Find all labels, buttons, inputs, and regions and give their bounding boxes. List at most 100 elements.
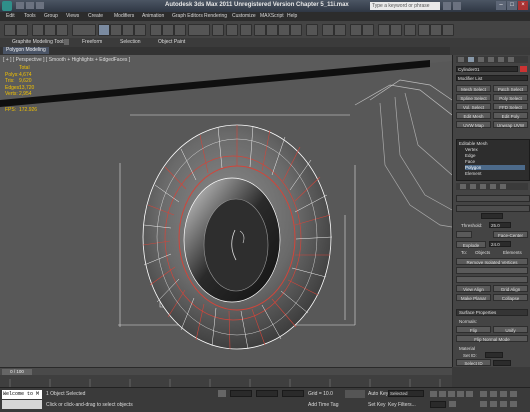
selection-filter-dropdown[interactable]	[72, 24, 96, 36]
threshold-input[interactable]: 25.0	[489, 222, 511, 228]
viewport-label[interactable]: [ + ] [ Perspective ] [ Smooth + Highlig…	[3, 57, 130, 63]
snaps-toggle-icon[interactable]	[254, 24, 266, 36]
redo-icon[interactable]	[16, 24, 28, 36]
zoom-icon[interactable]	[480, 391, 487, 397]
undo-icon[interactable]	[36, 2, 44, 9]
select-and-rotate-icon[interactable]	[162, 24, 174, 36]
explode-button[interactable]: Explode	[456, 241, 486, 248]
zoom-extents-all-icon[interactable]	[510, 391, 517, 397]
graphite-toggle-icon[interactable]	[362, 24, 374, 36]
rollout-bar[interactable]	[456, 205, 530, 212]
tab-object-paint[interactable]: Object Paint	[158, 39, 185, 45]
select-object-icon[interactable]	[98, 24, 110, 36]
explode-angle-input[interactable]: 24.0	[489, 241, 511, 247]
make-unique-icon[interactable]	[480, 184, 486, 189]
face-center-button[interactable]: Face-Center	[493, 231, 528, 238]
align-icon[interactable]	[334, 24, 346, 36]
rollout-bar[interactable]	[456, 195, 530, 202]
stack-item-face[interactable]: Face	[465, 159, 475, 164]
x-coordinate-field[interactable]	[230, 390, 252, 397]
flip-button[interactable]: Flip	[456, 326, 491, 333]
reference-coordinate-dropdown[interactable]	[188, 24, 210, 36]
set-key-label[interactable]: Set Key	[368, 402, 386, 408]
render-production-icon[interactable]	[442, 24, 454, 36]
percent-snap-icon[interactable]	[278, 24, 290, 36]
show-end-result-icon[interactable]	[470, 184, 476, 189]
pivot-center-icon[interactable]	[212, 24, 224, 36]
select-and-manipulate-icon[interactable]	[226, 24, 238, 36]
select-and-scale-icon[interactable]	[174, 24, 186, 36]
remove-modifier-icon[interactable]	[490, 184, 496, 189]
utilities-tab-icon[interactable]	[508, 57, 514, 62]
menu-customize[interactable]: Customize	[232, 13, 256, 19]
planar-threshold-button[interactable]	[456, 231, 472, 238]
minimize-button[interactable]: –	[496, 1, 506, 10]
go-to-start-icon[interactable]	[430, 391, 437, 397]
stack-item-edge[interactable]: Edge	[465, 153, 476, 158]
angle-snap-icon[interactable]	[266, 24, 278, 36]
key-selection-dropdown[interactable]: Selected	[388, 390, 424, 397]
orbit-icon[interactable]	[500, 401, 507, 407]
material-editor-icon[interactable]	[404, 24, 416, 36]
search-icon[interactable]	[443, 2, 451, 10]
object-color-swatch[interactable]	[520, 66, 527, 72]
stack-item-editable-mesh[interactable]: Editable Mesh	[459, 141, 488, 146]
select-link-icon[interactable]	[32, 24, 44, 36]
select-id-input[interactable]	[493, 360, 511, 366]
elements-radio[interactable]: Elements	[503, 250, 522, 255]
tab-graphite-modeling-tools[interactable]: Graphite Modeling Tools	[12, 39, 66, 45]
stack-item-vertex[interactable]: Vertex	[465, 147, 478, 152]
z-coordinate-field[interactable]	[282, 390, 304, 397]
menu-modifiers[interactable]: Modifiers	[114, 13, 134, 19]
save-icon[interactable]	[26, 2, 34, 9]
select-by-name-icon[interactable]	[110, 24, 122, 36]
tab-freeform[interactable]: Freeform	[82, 39, 102, 45]
vol-select-button[interactable]: Vol. Select	[456, 103, 491, 110]
render-setup-icon[interactable]	[418, 24, 430, 36]
search-input[interactable]: Type a keyword or phrase	[370, 2, 440, 10]
modify-tab-icon[interactable]	[468, 57, 474, 62]
flip-normal-mode-button[interactable]: Flip Normal Mode	[456, 335, 528, 342]
previous-frame-icon[interactable]	[439, 391, 446, 397]
window-crossing-icon[interactable]	[134, 24, 146, 36]
rectangular-selection-icon[interactable]	[122, 24, 134, 36]
configure-sets-icon[interactable]	[500, 184, 506, 189]
menu-group[interactable]: Group	[44, 13, 58, 19]
y-coordinate-field[interactable]	[256, 390, 278, 397]
menu-views[interactable]: Views	[66, 13, 79, 19]
create-tab-icon[interactable]	[458, 57, 464, 62]
unlink-icon[interactable]	[44, 24, 56, 36]
tab-polygon-modeling[interactable]: Polygon Modeling	[3, 47, 49, 54]
collapse-button[interactable]: Collapse	[493, 294, 528, 301]
menu-rendering[interactable]: Rendering	[204, 13, 227, 19]
zoom-all-icon[interactable]	[490, 391, 497, 397]
ffd-select-button[interactable]: FFD Select	[493, 103, 528, 110]
help-icon[interactable]	[453, 2, 461, 10]
track-bar[interactable]	[0, 375, 452, 387]
maximize-button[interactable]: □	[507, 1, 517, 10]
mesh-select-button[interactable]: Mesh Select	[456, 85, 491, 92]
menu-tools[interactable]: Tools	[24, 13, 36, 19]
zoom-extents-icon[interactable]	[500, 391, 507, 397]
field-of-view-icon[interactable]	[480, 401, 487, 407]
set-key-mode-icon[interactable]	[345, 390, 365, 398]
time-configuration-icon[interactable]	[449, 401, 456, 407]
edit-poly-button[interactable]: Edit Poly	[493, 112, 528, 119]
maxscript-listener[interactable]: Welcome to M	[2, 390, 42, 399]
select-open-edges-button[interactable]	[456, 276, 528, 283]
app-logo-icon[interactable]	[2, 1, 12, 11]
grid-align-button[interactable]: Grid Align	[493, 285, 528, 292]
go-to-end-icon[interactable]	[466, 391, 473, 397]
unify-button[interactable]: Unify	[493, 326, 528, 333]
current-frame-field[interactable]	[430, 401, 446, 408]
pan-view-icon[interactable]	[490, 401, 497, 407]
schematic-view-icon[interactable]	[390, 24, 402, 36]
rendered-frame-window-icon[interactable]	[430, 24, 442, 36]
key-filters-button[interactable]: Key Filters...	[388, 402, 416, 408]
keyboard-shortcut-icon[interactable]	[240, 24, 252, 36]
objects-radio[interactable]: Objects	[475, 250, 490, 255]
add-time-tag[interactable]: Add Time Tag	[308, 402, 338, 408]
poly-select-button[interactable]: Poly Select	[493, 94, 528, 101]
stack-item-element[interactable]: Element	[465, 171, 482, 176]
pin-stack-icon[interactable]	[460, 184, 466, 189]
